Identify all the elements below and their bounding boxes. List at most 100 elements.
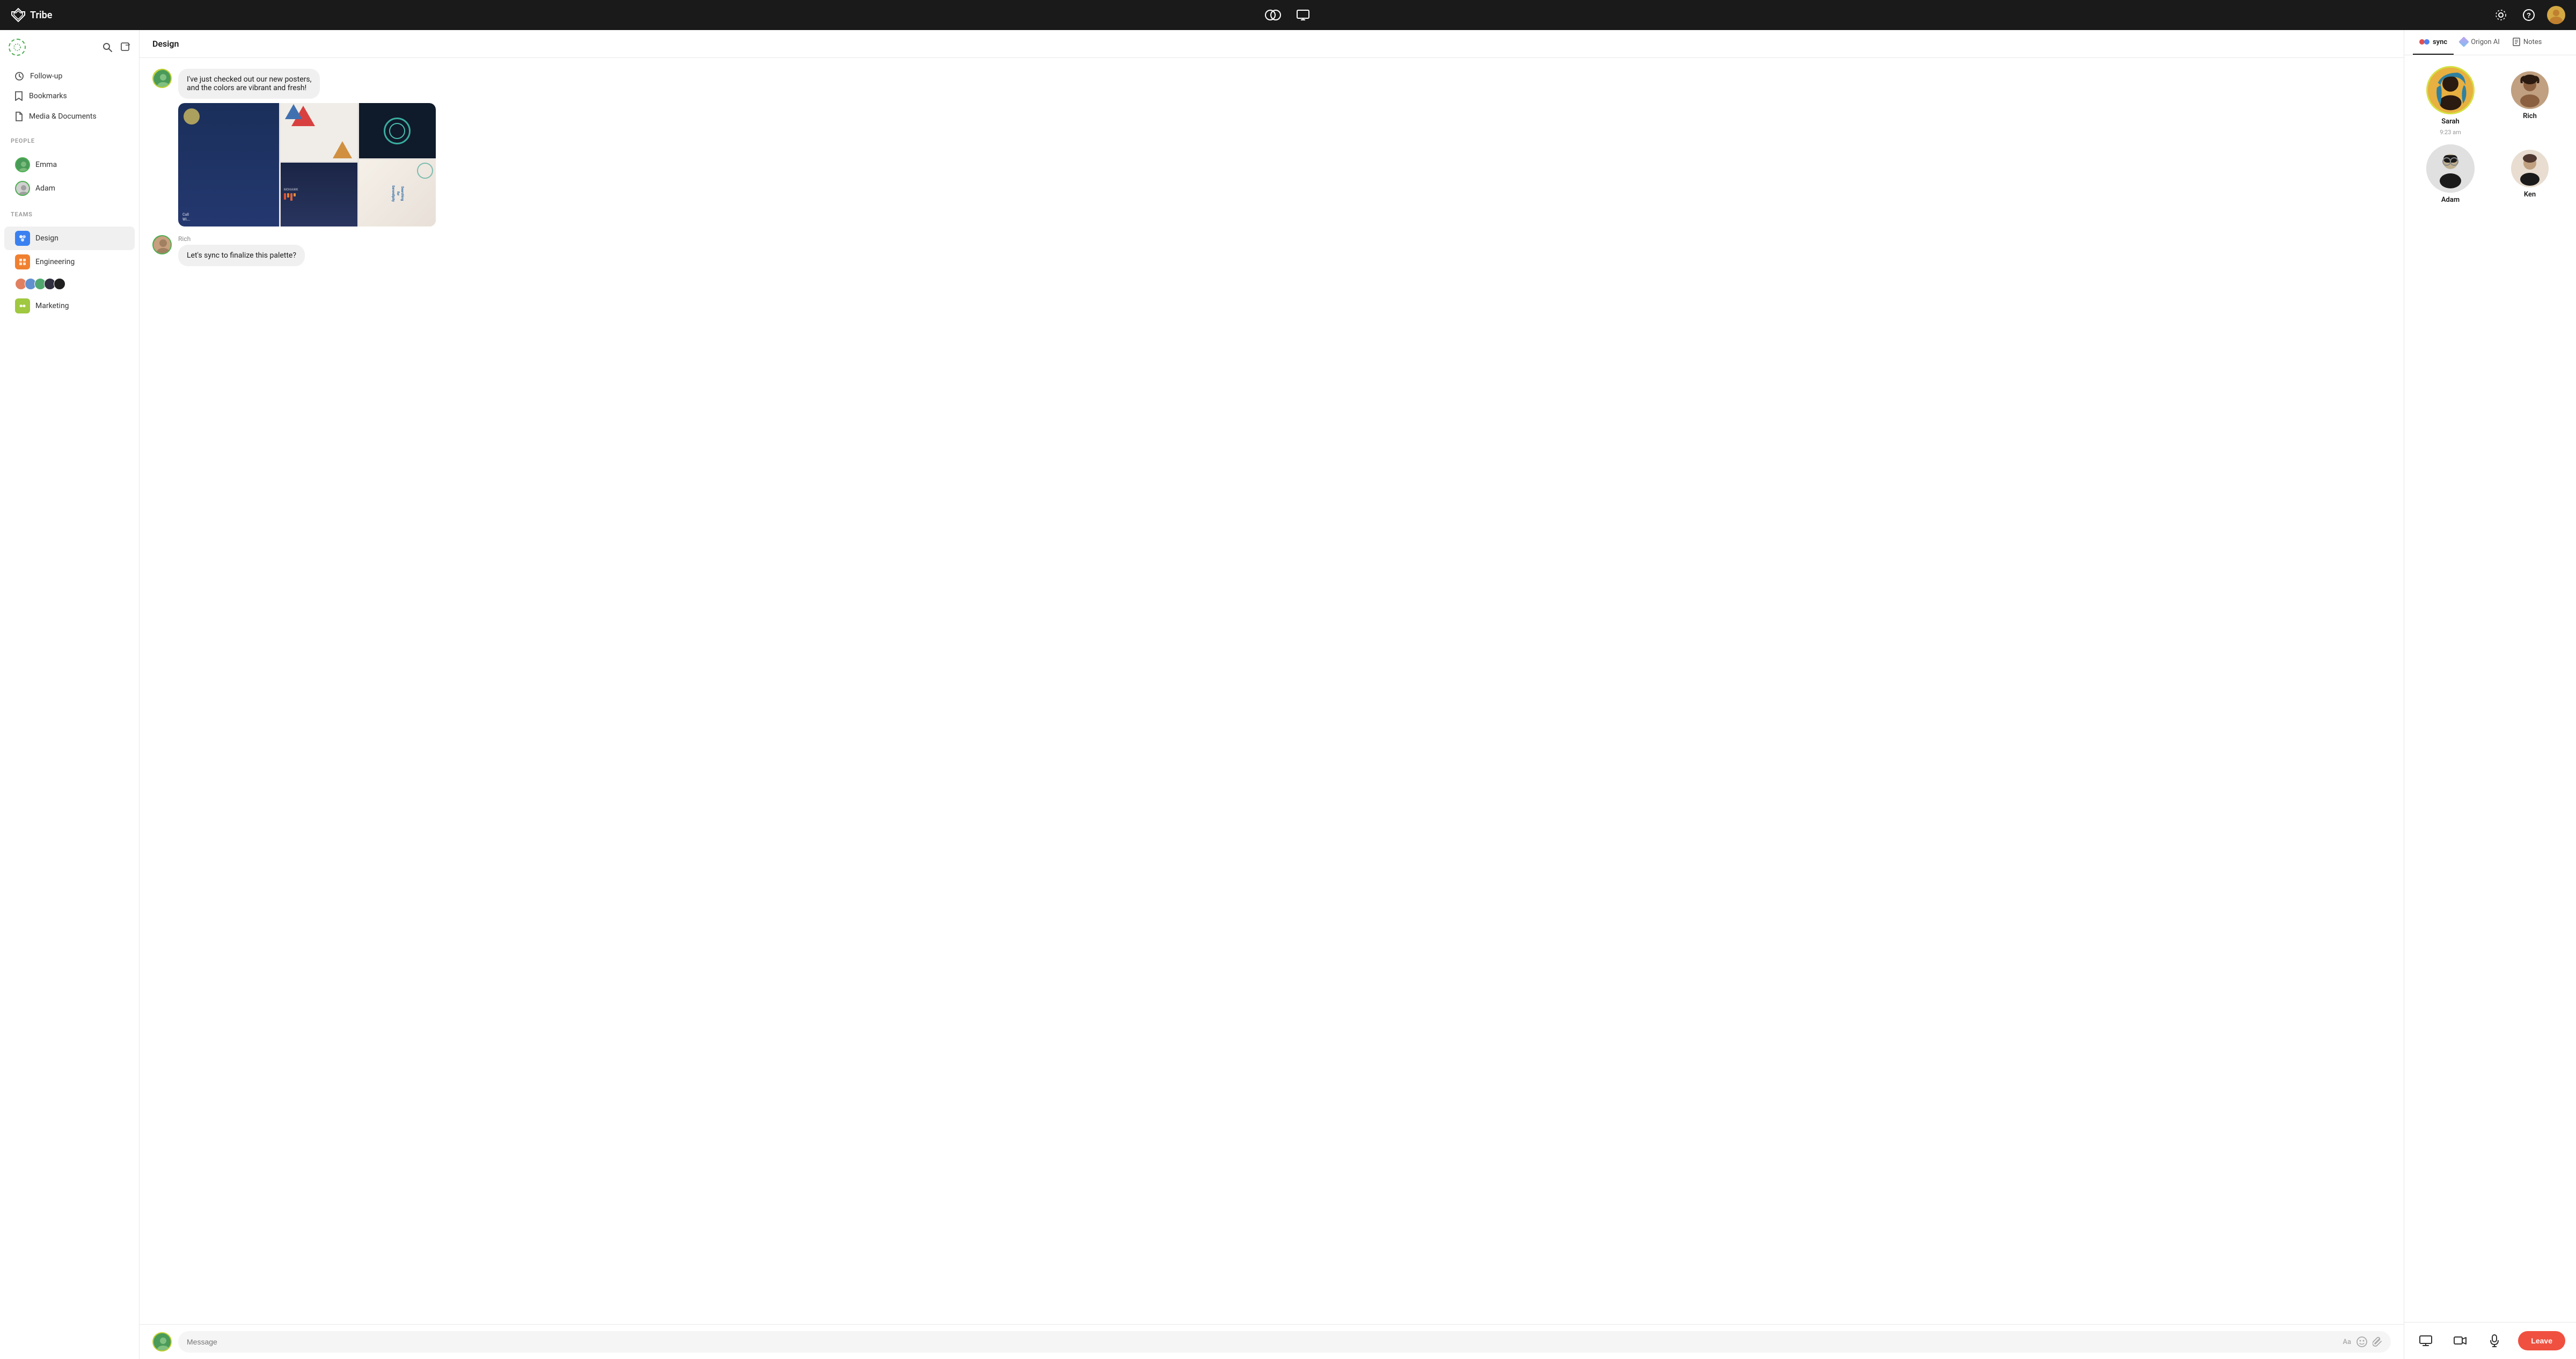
tab-origon-label: Origon AI xyxy=(2471,38,2500,46)
adam-name: Adam xyxy=(2441,196,2460,204)
input-avatar xyxy=(152,1332,172,1351)
sidebar-item-design[interactable]: Design xyxy=(4,226,135,250)
msg1-text1: I've just checked out our new posters, xyxy=(187,75,311,84)
message-bubble-1: I've just checked out our new posters, a… xyxy=(178,69,320,99)
tab-sync[interactable]: sync xyxy=(2413,30,2454,55)
marketing-team-label: Marketing xyxy=(35,302,69,310)
member-grid: Sarah 9:23 am xyxy=(2413,66,2567,204)
sidebar-item-group[interactable] xyxy=(4,274,135,294)
emma-label: Emma xyxy=(35,160,57,169)
chat-area: Design I've just checked out our new pos… xyxy=(140,30,2404,1359)
message-input-wrap[interactable]: Aa xyxy=(178,1331,2391,1353)
sidebar-item-engineering[interactable]: Engineering xyxy=(4,250,135,274)
chat-messages: I've just checked out our new posters, a… xyxy=(140,58,2404,1324)
right-panel: sync Origon AI Notes xyxy=(2404,30,2576,1359)
message-input[interactable] xyxy=(187,1338,2336,1346)
clock-icon xyxy=(15,72,24,81)
leave-button[interactable]: Leave xyxy=(2518,1331,2565,1350)
sarah-name: Sarah xyxy=(2441,118,2460,126)
message-bubble-2: Let's sync to finalize this palette? xyxy=(178,245,305,266)
emoji-button[interactable] xyxy=(2357,1336,2367,1347)
attachment-icon xyxy=(2373,1336,2382,1347)
message-content-2: Rich Let's sync to finalize this palette… xyxy=(178,235,2391,266)
notes-icon xyxy=(2513,38,2520,46)
user-avatar[interactable] xyxy=(2547,6,2565,24)
tribe-logo-icon xyxy=(11,8,26,23)
screen-button[interactable] xyxy=(2415,1330,2436,1351)
nav-center-icons xyxy=(1263,5,1313,25)
main-layout: Follow-up Bookmarks Media & Documents PE… xyxy=(0,30,2576,1359)
user-avatar-img xyxy=(2547,6,2565,24)
sidebar-item-bookmarks[interactable]: Bookmarks xyxy=(4,86,135,106)
top-nav: Tribe ? xyxy=(0,0,2576,30)
group-avatars xyxy=(17,278,65,290)
msg2-sender: Rich xyxy=(178,235,2391,243)
tab-origon[interactable]: Origon AI xyxy=(2454,30,2506,55)
adam-label: Adam xyxy=(35,184,55,193)
msg1-text2: and the colors are vibrant and fresh! xyxy=(187,84,306,92)
sidebar-menu-section: Follow-up Bookmarks Media & Documents xyxy=(0,60,139,133)
sidebar-item-adam[interactable]: Adam xyxy=(4,177,135,200)
message-row: Rich Let's sync to finalize this palette… xyxy=(152,235,2391,266)
bookmark-icon xyxy=(15,91,23,101)
teams-section-label: TEAMS xyxy=(0,207,139,220)
help-button[interactable]: ? xyxy=(2519,5,2538,25)
adam-avatar xyxy=(15,181,30,196)
video-button[interactable] xyxy=(2449,1330,2471,1351)
tab-notes[interactable]: Notes xyxy=(2506,30,2549,55)
teams-section: Design Engineering xyxy=(0,220,139,324)
marketing-team-icon xyxy=(15,298,30,313)
sidebar-logo xyxy=(9,39,26,56)
chat-input-area: Aa xyxy=(140,1324,2404,1359)
origon-diamond-icon xyxy=(2458,36,2469,47)
search-button[interactable] xyxy=(103,42,112,52)
nav-right: ? xyxy=(2491,5,2565,25)
microphone-icon xyxy=(2490,1334,2499,1347)
sarah-msg-avatar xyxy=(152,69,172,88)
media-label: Media & Documents xyxy=(29,112,97,121)
member-card-rich: Rich xyxy=(2492,66,2567,136)
tab-notes-label: Notes xyxy=(2523,38,2542,46)
attachment-button[interactable] xyxy=(2373,1336,2382,1347)
screen-icon xyxy=(2419,1335,2432,1346)
engineering-team-icon xyxy=(15,254,30,269)
rich-msg-avatar xyxy=(152,235,172,254)
sidebar-item-media[interactable]: Media & Documents xyxy=(4,106,135,127)
design-team-icon xyxy=(15,231,30,246)
format-hint: Aa xyxy=(2343,1338,2351,1346)
sidebar-item-emma[interactable]: Emma xyxy=(4,153,135,177)
rich-name: Rich xyxy=(2523,112,2537,120)
sidebar: Follow-up Bookmarks Media & Documents PE… xyxy=(0,30,140,1359)
sidebar-item-followup[interactable]: Follow-up xyxy=(4,67,135,86)
chat-header: Design xyxy=(140,30,2404,58)
bookmarks-label: Bookmarks xyxy=(29,92,67,100)
compose-button[interactable] xyxy=(121,42,130,52)
channel-name: Design xyxy=(152,39,179,49)
mic-button[interactable] xyxy=(2484,1330,2505,1351)
bottom-controls: Leave xyxy=(2404,1322,2576,1359)
app-name: Tribe xyxy=(30,10,52,21)
message-row: I've just checked out our new posters, a… xyxy=(152,69,2391,226)
msg2-text: Let's sync to finalize this palette? xyxy=(187,251,296,260)
screen-share-button[interactable] xyxy=(1293,5,1313,25)
right-tabs: sync Origon AI Notes xyxy=(2404,30,2576,55)
sarah-photo xyxy=(2426,66,2475,114)
emma-avatar xyxy=(15,157,30,172)
linked-circles-icon xyxy=(1265,10,1281,20)
settings-button[interactable] xyxy=(2491,5,2511,25)
message-content-1: I've just checked out our new posters, a… xyxy=(178,69,2391,226)
rich-photo xyxy=(2511,71,2549,109)
member-card-sarah: Sarah 9:23 am xyxy=(2413,66,2488,136)
sync-icon xyxy=(2419,39,2429,45)
member-card-ken: Ken xyxy=(2492,144,2567,204)
linked-circles-button[interactable] xyxy=(1263,5,1283,25)
svg-text:?: ? xyxy=(2527,11,2531,19)
ken-name: Ken xyxy=(2524,191,2536,199)
followup-label: Follow-up xyxy=(30,72,62,81)
ken-photo xyxy=(2511,150,2549,187)
document-icon xyxy=(15,112,23,121)
people-section: Emma Adam xyxy=(0,147,139,207)
poster-image: CallWi... xyxy=(178,103,436,226)
help-icon: ? xyxy=(2523,9,2535,21)
sidebar-item-marketing[interactable]: Marketing xyxy=(4,294,135,318)
